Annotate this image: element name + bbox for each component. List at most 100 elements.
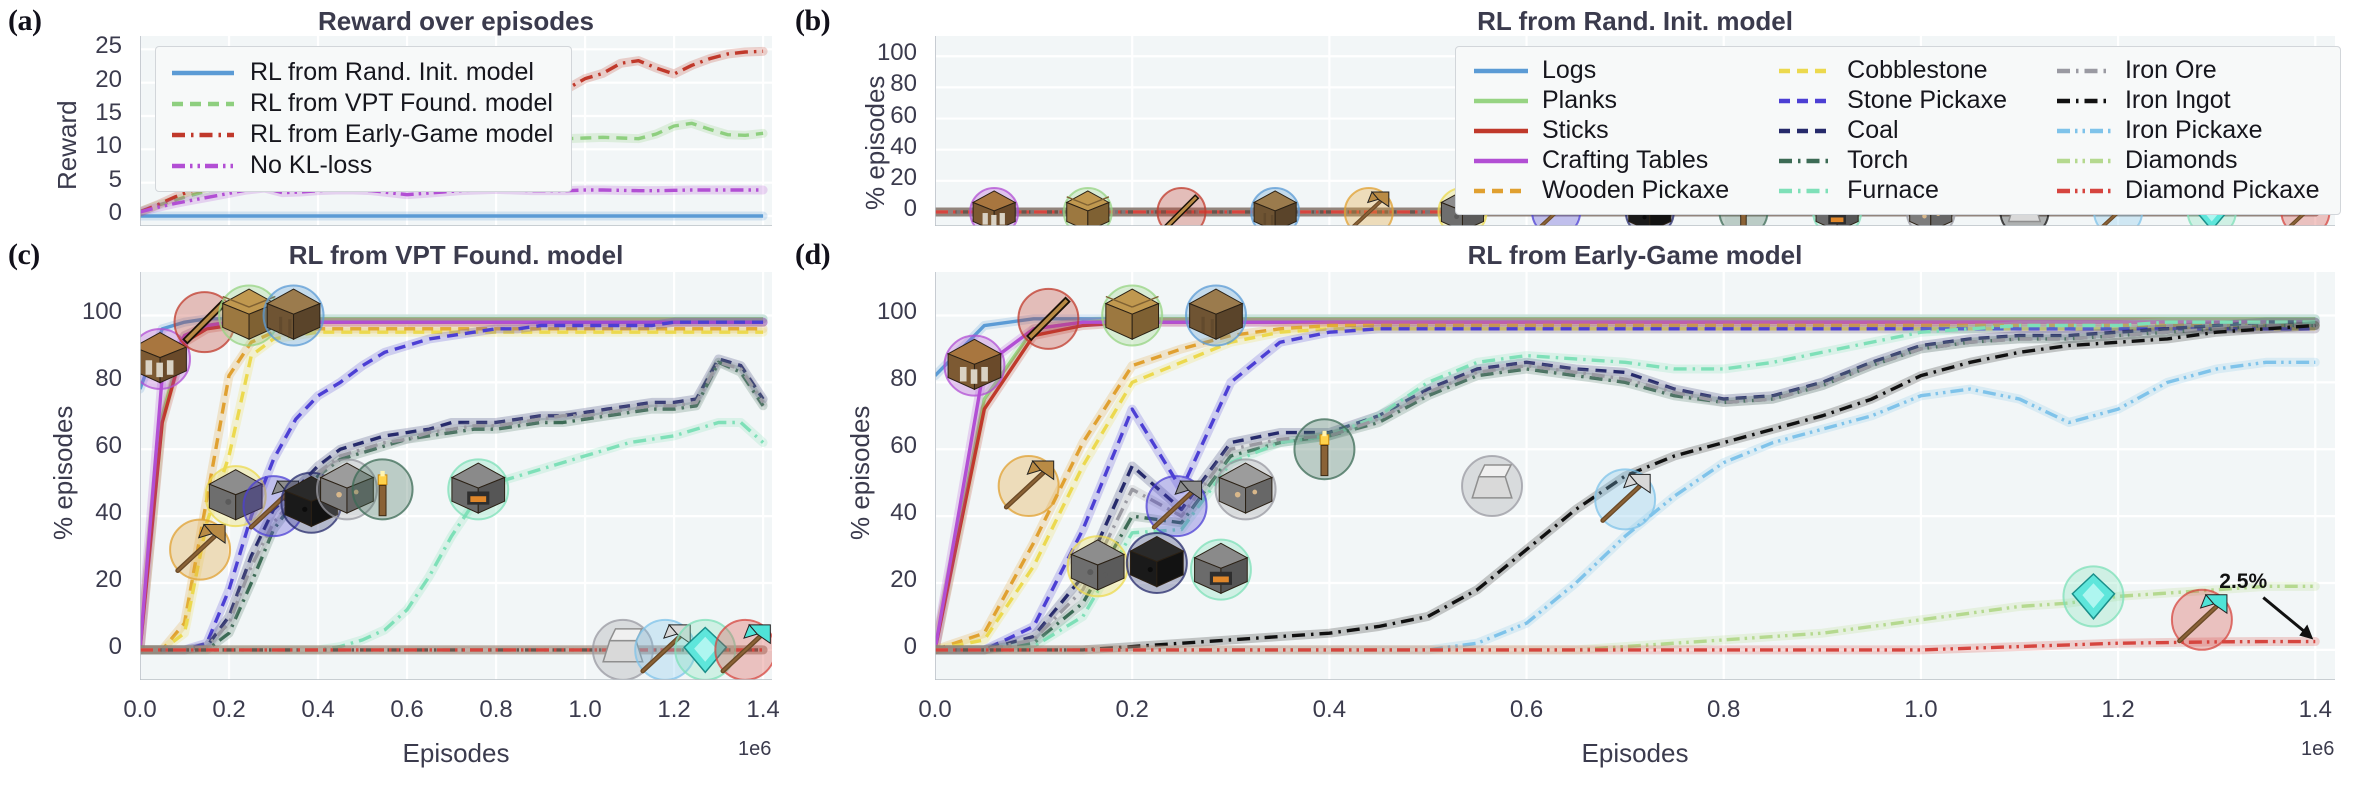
y-tick-label: 0 <box>108 199 122 226</box>
legend-item-label: Diamond Pickaxe <box>2124 176 2320 204</box>
x-tick-label: 1.4 <box>2298 696 2332 723</box>
legend-line-swatch <box>1474 128 1528 133</box>
legend-item-label: No KL-loss <box>250 151 373 179</box>
legend-item-label: Cobblestone <box>1847 56 1988 84</box>
legend-item[interactable]: Planks <box>1472 86 1729 115</box>
x-tick-label: 1.2 <box>2101 696 2135 723</box>
legend-item[interactable]: No KL-loss <box>170 151 553 180</box>
legend-line-swatch <box>2056 128 2111 133</box>
legend-line-swatch <box>1779 158 1834 163</box>
x-tick-label: 1.2 <box>657 696 691 723</box>
legend-item[interactable]: Furnace <box>1777 176 2007 205</box>
legend-item-label: Crafting Tables <box>1542 146 1709 174</box>
x-tick-label: 0.0 <box>918 696 952 723</box>
y-tick-label: 80 <box>95 365 122 393</box>
plot-area-d <box>935 272 2335 680</box>
plot-area-c <box>140 272 772 680</box>
legend-column: Iron Ore Iron Ingot Iron Pickaxe Diamonds Di… <box>2055 55 2320 206</box>
legend-line-swatch <box>1779 98 1834 103</box>
legend-item-label: RL from Rand. Init. model <box>250 58 534 86</box>
legend-item-label: Logs <box>1542 56 1597 84</box>
x-tick-label: 1.0 <box>1904 696 1938 723</box>
y-axis-label: Reward <box>52 100 82 190</box>
legend-item-label: Wooden Pickaxe <box>1542 176 1730 204</box>
panel-title-d: RL from Early-Game model <box>1467 240 1803 270</box>
item-icon-torch <box>377 470 388 517</box>
legend-item[interactable]: Coal <box>1777 116 2007 145</box>
x-axis-label: Episodes <box>1581 738 1689 768</box>
legend-item-label: Torch <box>1847 146 1909 174</box>
y-tick-label: 80 <box>890 365 917 393</box>
legend-panel-a: RL from Rand. Init. model RL from VPT Fou… <box>155 46 573 192</box>
legend-item[interactable]: RL from Early-Game model <box>170 120 553 149</box>
legend-line-swatch <box>2056 188 2111 193</box>
x-tick-label: 0.6 <box>390 696 424 723</box>
legend-item[interactable]: Crafting Tables <box>1472 146 1729 175</box>
x-tick-label: 0.6 <box>1509 696 1544 723</box>
legend-item-label: RL from VPT Found. model <box>250 89 553 117</box>
legend-column: Cobblestone Stone Pickaxe Coal Torch Furnace <box>1777 55 2007 206</box>
y-tick-label: 100 <box>876 39 917 67</box>
legend-item-label: Iron Ingot <box>2124 86 2231 114</box>
legend-item[interactable]: Iron Ore <box>2055 56 2320 85</box>
panel-title-c: RL from VPT Found. model <box>288 240 624 270</box>
legend-item[interactable]: Iron Pickaxe <box>2055 116 2320 145</box>
legend-item[interactable]: Logs <box>1472 56 1729 85</box>
y-tick-label: 20 <box>95 65 122 93</box>
x-axis-label: Episodes <box>402 738 510 768</box>
legend-line-swatch <box>172 163 234 168</box>
x-tick-label: 0.8 <box>479 696 513 723</box>
figure-root: (a) Reward over episodes 0 5 10 15 20 25 Reward(… <box>0 0 2360 810</box>
legend-item[interactable]: RL from Rand. Init. model <box>170 58 553 87</box>
x-tick-label: 1.0 <box>568 696 602 723</box>
legend-column: Logs Planks Sticks Crafting Tables Wooden Pi… <box>1472 55 1729 206</box>
legend-line-swatch <box>2056 68 2111 73</box>
legend-line-swatch <box>1474 68 1528 73</box>
x-tick-label: 0.8 <box>1707 696 1741 723</box>
y-tick-label: 20 <box>95 566 122 594</box>
x-axis-exponent: 1e6 <box>2301 738 2335 760</box>
legend-item-label: Diamonds <box>2124 146 2238 174</box>
legend-line-swatch <box>1474 158 1528 163</box>
legend-item[interactable]: Diamonds <box>2055 146 2320 175</box>
legend-line-swatch <box>1474 188 1528 193</box>
y-tick-label: 100 <box>876 298 917 326</box>
item-icon-torch <box>1319 430 1330 477</box>
panel-title-a: Reward over episodes <box>318 6 594 36</box>
y-tick-label: 0 <box>108 632 122 660</box>
legend-item[interactable]: Sticks <box>1472 116 1729 145</box>
x-axis-exponent: 1e6 <box>738 738 772 760</box>
panel-label-c: (c) <box>8 238 40 271</box>
legend-item[interactable]: Iron Ingot <box>2055 86 2320 115</box>
legend-item[interactable]: Diamond Pickaxe <box>2055 176 2320 205</box>
x-tick-label: 1.4 <box>746 696 780 723</box>
legend-line-swatch <box>172 70 234 75</box>
x-tick-label: 0.0 <box>123 696 157 723</box>
y-tick-label: 25 <box>95 32 122 60</box>
legend-line-swatch <box>2056 158 2111 163</box>
legend-line-swatch <box>1779 68 1834 73</box>
y-axis-label: % episodes <box>860 75 890 210</box>
legend-item[interactable]: Torch <box>1777 146 2007 175</box>
y-tick-label: 20 <box>890 566 917 594</box>
legend-item-label: Planks <box>1542 86 1618 114</box>
legend-item-label: Coal <box>1847 116 1899 144</box>
legend-line-swatch <box>1779 188 1834 193</box>
legend-item-label: Stone Pickaxe <box>1847 86 2007 114</box>
legend-panel-b: Logs Planks Sticks Crafting Tables Wooden Pi… <box>1455 46 2341 215</box>
y-tick-label: 0 <box>903 632 917 660</box>
x-tick-label: 0.2 <box>1115 696 1149 723</box>
legend-item[interactable]: Cobblestone <box>1777 56 2007 85</box>
item-halo-stick <box>1156 186 1207 226</box>
legend-line-swatch <box>172 132 234 137</box>
legend-line-swatch <box>172 101 234 106</box>
legend-item[interactable]: Stone Pickaxe <box>1777 86 2007 115</box>
legend-item[interactable]: Wooden Pickaxe <box>1472 176 1729 205</box>
legend-item-label: RL from Early-Game model <box>250 120 554 148</box>
legend-item[interactable]: RL from VPT Found. model <box>170 89 553 118</box>
x-tick-label: 0.4 <box>301 696 335 723</box>
panel-title-b: RL from Rand. Init. model <box>1477 6 1793 36</box>
y-axis-label: % episodes <box>845 405 875 540</box>
x-tick-label: 0.4 <box>1312 696 1347 723</box>
legend-item-label: Iron Ore <box>2124 56 2217 84</box>
